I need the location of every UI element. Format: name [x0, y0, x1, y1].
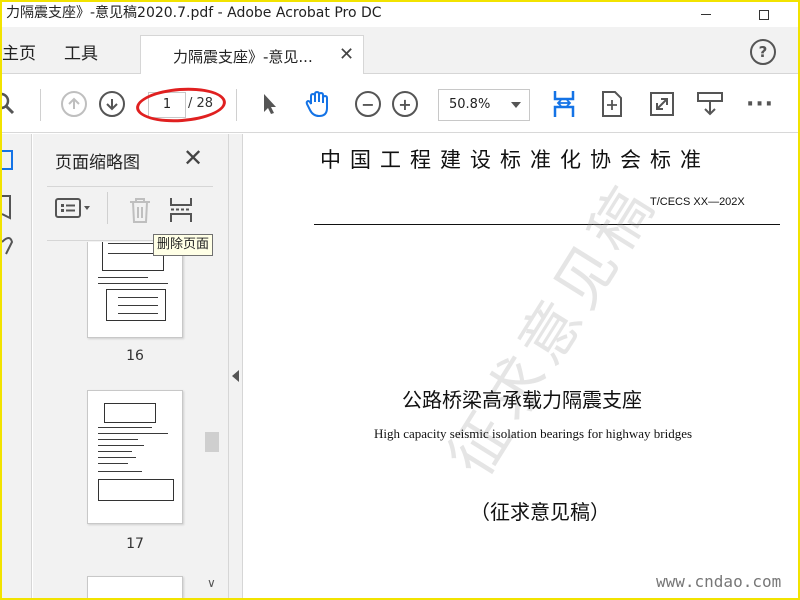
document-title-cn: 公路桥梁高承载力隔震支座: [402, 388, 642, 412]
acrobat-window: 力隔震支座》-意见稿2020.7.pdf - Adobe Acrobat Pro…: [2, 2, 798, 598]
thumbnail-line: [118, 297, 158, 298]
zoom-in-button[interactable]: +: [391, 90, 419, 118]
thumbnail-page-number: 16: [126, 348, 144, 364]
panel-title: 页面缩略图: [55, 153, 140, 173]
highlight-ring: [134, 84, 228, 126]
expand-icon: [650, 92, 674, 116]
trash-icon: [130, 198, 150, 223]
nav-tools[interactable]: 工具: [64, 39, 98, 64]
help-icon[interactable]: ?: [750, 39, 776, 65]
chevron-down-icon: [511, 102, 521, 108]
maximize-icon: [759, 9, 769, 20]
navigation-rail: [2, 134, 32, 598]
insert-page-icon: [170, 198, 192, 222]
page-thumbnail[interactable]: [87, 576, 183, 598]
fit-page-button[interactable]: [550, 90, 578, 118]
scrollbar-thumb[interactable]: [205, 432, 219, 452]
options-menu-button[interactable]: [55, 196, 95, 226]
divider: [47, 186, 213, 187]
thumbnail-line: [98, 463, 128, 464]
arrow-down-icon: [99, 91, 125, 117]
document-view[interactable]: 中国工程建设标准化协会标准 T/CECS XX—202X 征求意见稿 公路桥梁高…: [244, 134, 798, 598]
minimize-icon: [701, 14, 711, 15]
more-tools-button[interactable]: ···: [746, 90, 774, 118]
minimize-button[interactable]: [686, 2, 726, 27]
header-rule: [314, 224, 780, 225]
collapse-arrow-icon: [232, 370, 239, 382]
thumbnail-line: [118, 313, 158, 314]
document-tab-label: 力隔震支座》-意见...: [173, 48, 313, 66]
scroll-down-icon[interactable]: ∨: [207, 576, 216, 590]
page-thumbnail[interactable]: [87, 242, 183, 338]
zoom-out-button[interactable]: −: [354, 90, 382, 118]
plus-icon: +: [392, 91, 418, 117]
close-tab-icon[interactable]: ✕: [339, 44, 354, 65]
thumbnail-line: [98, 457, 136, 458]
list-options-icon: [55, 198, 90, 218]
page-move-icon: [602, 91, 622, 117]
thumbnail-scrollbar[interactable]: ∨: [203, 242, 221, 598]
thumbnail-line: [98, 445, 144, 446]
thumbnail-table: [98, 479, 174, 501]
next-page-button[interactable]: [98, 90, 126, 118]
toolbar-separator: [236, 89, 237, 121]
draft-label: （征求意见稿）: [470, 500, 610, 524]
maximize-button[interactable]: [744, 2, 784, 27]
fit-width-icon: [553, 91, 575, 117]
document-tab[interactable]: 力隔震支座》-意见... ✕: [140, 35, 364, 74]
toolbar-separator: [107, 192, 108, 224]
document-title-en: High capacity seismic isolation bearings…: [374, 426, 693, 441]
thumbnail-line: [98, 439, 138, 440]
thumbnail-line: [98, 427, 152, 428]
zoom-select[interactable]: 50.8%: [438, 89, 530, 121]
page-thumbnails-icon[interactable]: [2, 148, 16, 172]
minus-icon: −: [355, 91, 381, 117]
thumbnail-line: [98, 277, 148, 278]
thumbnail-line: [108, 243, 158, 244]
bookmarks-icon[interactable]: [2, 194, 16, 220]
thumbnail-line: [98, 433, 168, 434]
panel-collapse-handle[interactable]: [229, 134, 243, 598]
delete-page-button[interactable]: [127, 196, 153, 228]
zoom-value: 50.8%: [449, 97, 491, 112]
full-screen-button[interactable]: [648, 90, 676, 118]
thumbnail-line: [98, 451, 132, 452]
nav-home[interactable]: 主页: [2, 39, 36, 64]
close-icon[interactable]: ✕: [183, 144, 203, 172]
thumbnail-table: [104, 403, 156, 423]
attachments-icon[interactable]: [2, 234, 16, 258]
arrow-up-icon: [61, 91, 87, 117]
hand-icon: [305, 90, 328, 118]
thumbnail-page-number: 17: [126, 536, 144, 552]
organization-heading: 中国工程建设标准化协会标准: [320, 148, 710, 172]
scroll-mode-button[interactable]: [598, 90, 626, 118]
thumbnail-panel: 页面缩略图 ✕ 16 17 ∨ 删除页面: [33, 134, 229, 598]
search-icon[interactable]: [2, 90, 18, 118]
tooltip: 删除页面: [153, 234, 214, 256]
title-bar: 力隔震支座》-意见稿2020.7.pdf - Adobe Acrobat Pro…: [2, 2, 798, 27]
thumbnail-line: [118, 305, 158, 306]
read-mode-button[interactable]: [696, 90, 724, 118]
thumbnail-line: [98, 471, 142, 472]
thumbnail-line: [108, 253, 158, 254]
toolbar: 1 / 28 − + 50.8% ···: [2, 75, 798, 133]
download-tray-icon: [697, 92, 723, 116]
thumbnail-line: [98, 283, 168, 284]
hand-tool-button[interactable]: [304, 90, 332, 118]
cursor-arrow-icon: [264, 94, 276, 114]
previous-page-button[interactable]: [60, 90, 88, 118]
menu-bar: 主页 工具 力隔震支座》-意见... ✕ ?: [2, 27, 798, 74]
site-watermark: www.cndao.com: [656, 572, 782, 591]
window-title: 力隔震支座》-意见稿2020.7.pdf - Adobe Acrobat Pro…: [6, 5, 382, 21]
ellipsis-icon: ···: [745, 91, 775, 117]
page-thumbnail[interactable]: [87, 390, 183, 524]
insert-page-button[interactable]: [169, 196, 195, 228]
toolbar-separator: [40, 89, 41, 121]
thumbnail-list: 16 17: [33, 242, 229, 598]
select-tool-button[interactable]: [256, 90, 284, 118]
